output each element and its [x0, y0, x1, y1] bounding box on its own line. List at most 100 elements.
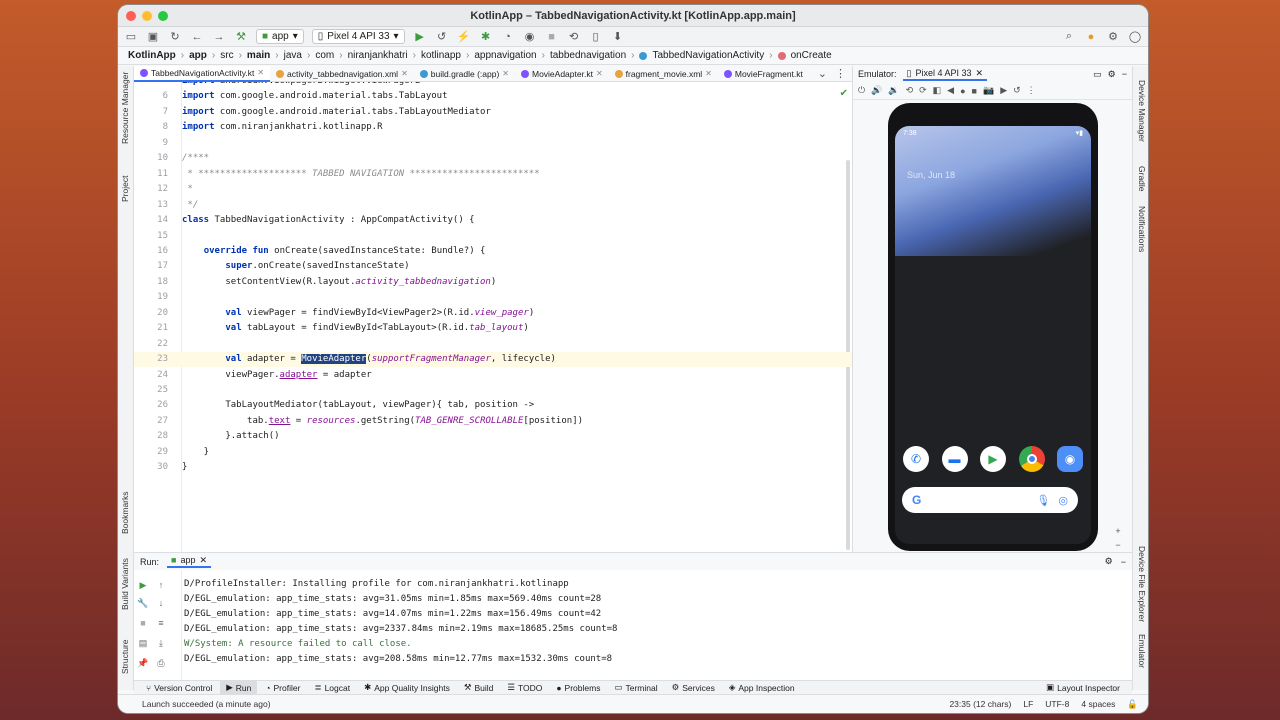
hide-icon[interactable]: −: [1121, 557, 1126, 567]
device-manager-icon[interactable]: ▯: [589, 30, 603, 43]
code-line[interactable]: 28 }.attach(): [134, 429, 852, 444]
minimize-window-button[interactable]: [142, 11, 152, 21]
code-line[interactable]: import androidx.viewpager2.widget.ViewPa…: [134, 82, 852, 89]
sdk-manager-icon[interactable]: ⬇: [611, 30, 625, 43]
overview-icon[interactable]: ■: [972, 86, 977, 96]
debug-icon[interactable]: ✱: [479, 30, 493, 43]
problems-tab[interactable]: ● Problems: [550, 681, 606, 695]
close-icon[interactable]: ✕: [705, 69, 712, 78]
logcat-tab[interactable]: ≣ Logcat: [308, 681, 356, 695]
breadcrumb-item[interactable]: appnavigation: [474, 50, 536, 61]
notifications-tool[interactable]: Notifications: [1137, 206, 1147, 252]
code-line[interactable]: 9: [134, 136, 852, 151]
code-line[interactable]: 16 override fun onCreate(savedInstanceSt…: [134, 244, 852, 259]
app-inspection-tab[interactable]: ◈ App Inspection: [723, 681, 801, 695]
line-separator[interactable]: LF: [1023, 699, 1033, 710]
indent-setting[interactable]: 4 spaces: [1081, 699, 1115, 710]
run-tab[interactable]: ▶ Run: [220, 680, 258, 695]
code-line[interactable]: 14 class TabbedNavigationActivity : AppCo…: [134, 213, 852, 228]
profile-icon[interactable]: ◔: [501, 31, 515, 43]
terminal-tab[interactable]: ▭ Terminal: [608, 681, 663, 695]
code-line[interactable]: 18 setContentView(R.layout.activity_tabb…: [134, 275, 852, 290]
device-file-explorer-tool[interactable]: Device File Explorer: [1137, 546, 1147, 622]
breadcrumb-item[interactable]: main: [247, 50, 270, 61]
code-line[interactable]: 25: [134, 383, 852, 398]
zoom-window-button[interactable]: [158, 11, 168, 21]
code-line[interactable]: 26 TabLayoutMediator(tabLayout, viewPage…: [134, 398, 852, 413]
camera-app-icon[interactable]: ◉: [1057, 446, 1083, 472]
tab-list-chevron-down-icon[interactable]: ⌄: [818, 67, 835, 80]
breadcrumb-item[interactable]: com: [315, 50, 334, 61]
close-icon[interactable]: ✕: [199, 555, 207, 566]
emulator-device-tab[interactable]: ▯ Pixel 4 API 33 ✕: [902, 68, 988, 81]
scroll-up-icon[interactable]: ↑: [154, 580, 168, 590]
sync-gradle-icon[interactable]: ⟲: [567, 30, 581, 43]
update-icon[interactable]: ●: [1084, 31, 1098, 43]
rotate-left-icon[interactable]: ⟲: [906, 85, 914, 96]
tab-movieadapter[interactable]: MovieAdapter.kt ✕: [515, 66, 609, 82]
print-icon[interactable]: ⎙: [154, 658, 168, 669]
fold-icon[interactable]: ◧: [933, 85, 942, 96]
pin-icon[interactable]: 📌: [136, 658, 150, 669]
phone-app-icon[interactable]: ✆: [903, 446, 929, 472]
run-icon[interactable]: ▶: [413, 30, 427, 43]
code-line[interactable]: 30}: [134, 460, 852, 475]
code-line[interactable]: 19: [134, 290, 852, 305]
code-line[interactable]: 6 import com.google.android.material.tabs…: [134, 89, 852, 104]
emulator-tool[interactable]: Emulator: [1137, 634, 1147, 668]
lens-icon[interactable]: ◎: [1058, 494, 1068, 507]
device-manager-tool[interactable]: Device Manager: [1137, 80, 1147, 142]
run-config-tab[interactable]: ■ app ✕: [167, 555, 212, 568]
app-quality-insights-tab[interactable]: ✱ App Quality Insights: [358, 681, 456, 695]
build-variants-tool[interactable]: Build Variants: [120, 558, 130, 610]
resource-manager-tool[interactable]: Resource Manager: [120, 72, 130, 144]
record-icon[interactable]: ▶: [1000, 85, 1007, 96]
breadcrumb-item[interactable]: kotlinapp: [421, 50, 461, 61]
code-line[interactable]: 7 import com.google.android.material.tabs…: [134, 105, 852, 120]
structure-tool[interactable]: Structure: [120, 640, 130, 675]
layout-icon[interactable]: ▤: [136, 638, 150, 649]
back-icon[interactable]: ←: [190, 31, 204, 43]
code-line[interactable]: 10 /****: [134, 151, 852, 166]
more-icon[interactable]: ⋮: [835, 67, 852, 80]
wrench-icon[interactable]: 🔧: [136, 598, 150, 609]
settings-icon[interactable]: ⚙: [1106, 30, 1120, 43]
services-tab[interactable]: ⚙ Services: [666, 681, 721, 695]
version-control-tab[interactable]: ⑂ Version Control: [140, 681, 218, 695]
snapshot-icon[interactable]: ↺: [1013, 85, 1021, 96]
stop-icon[interactable]: ■: [545, 31, 559, 43]
save-icon[interactable]: ▣: [146, 30, 160, 43]
power-icon[interactable]: ⏻: [858, 85, 865, 96]
breadcrumb-item[interactable]: TabbedNavigationActivity: [652, 50, 764, 61]
code-line[interactable]: 8 import com.niranjankhatri.kotlinapp.R: [134, 120, 852, 135]
apply-changes-icon[interactable]: ⚡: [457, 30, 471, 43]
home-icon[interactable]: ●: [960, 86, 965, 96]
breadcrumb-item[interactable]: niranjankhatri: [348, 50, 408, 61]
close-icon[interactable]: ✕: [257, 68, 264, 77]
breadcrumb-item[interactable]: java: [284, 50, 302, 61]
breadcrumb-item[interactable]: tabbednavigation: [550, 50, 626, 61]
close-icon[interactable]: ✕: [401, 69, 408, 78]
settings-icon[interactable]: ⚙: [1105, 556, 1113, 567]
build-hammer-icon[interactable]: ⚒: [234, 30, 248, 43]
breadcrumb-item[interactable]: src: [220, 50, 233, 61]
close-icon[interactable]: ✕: [502, 69, 509, 78]
tab-fragment-movie-xml[interactable]: fragment_movie.xml ✕: [609, 66, 718, 82]
lock-icon[interactable]: 🔓: [1127, 699, 1138, 710]
cursor-position[interactable]: 23:35 (12 chars): [949, 699, 1011, 710]
code-line[interactable]: 12 *: [134, 182, 852, 197]
zoom-out-icon[interactable]: −: [1115, 540, 1120, 550]
close-icon[interactable]: ✕: [596, 69, 603, 78]
build-tab[interactable]: ⚒ Build: [458, 681, 500, 695]
code-line[interactable]: 21 val tabLayout = findViewById<TabLayou…: [134, 321, 852, 336]
forward-icon[interactable]: →: [212, 31, 226, 43]
profiler-tab[interactable]: ◔ Profiler: [259, 681, 306, 695]
account-icon[interactable]: ◯: [1128, 30, 1142, 43]
breadcrumb-item[interactable]: onCreate: [791, 50, 832, 61]
stop-icon[interactable]: ■: [136, 618, 150, 628]
screenshot-icon[interactable]: 📷: [983, 85, 994, 96]
hide-icon[interactable]: −: [1122, 69, 1127, 79]
scroll-to-end-icon[interactable]: ⤓: [154, 638, 168, 649]
chrome-icon[interactable]: [1018, 446, 1045, 472]
code-line[interactable]: 24 viewPager.adapter = adapter: [134, 368, 852, 383]
